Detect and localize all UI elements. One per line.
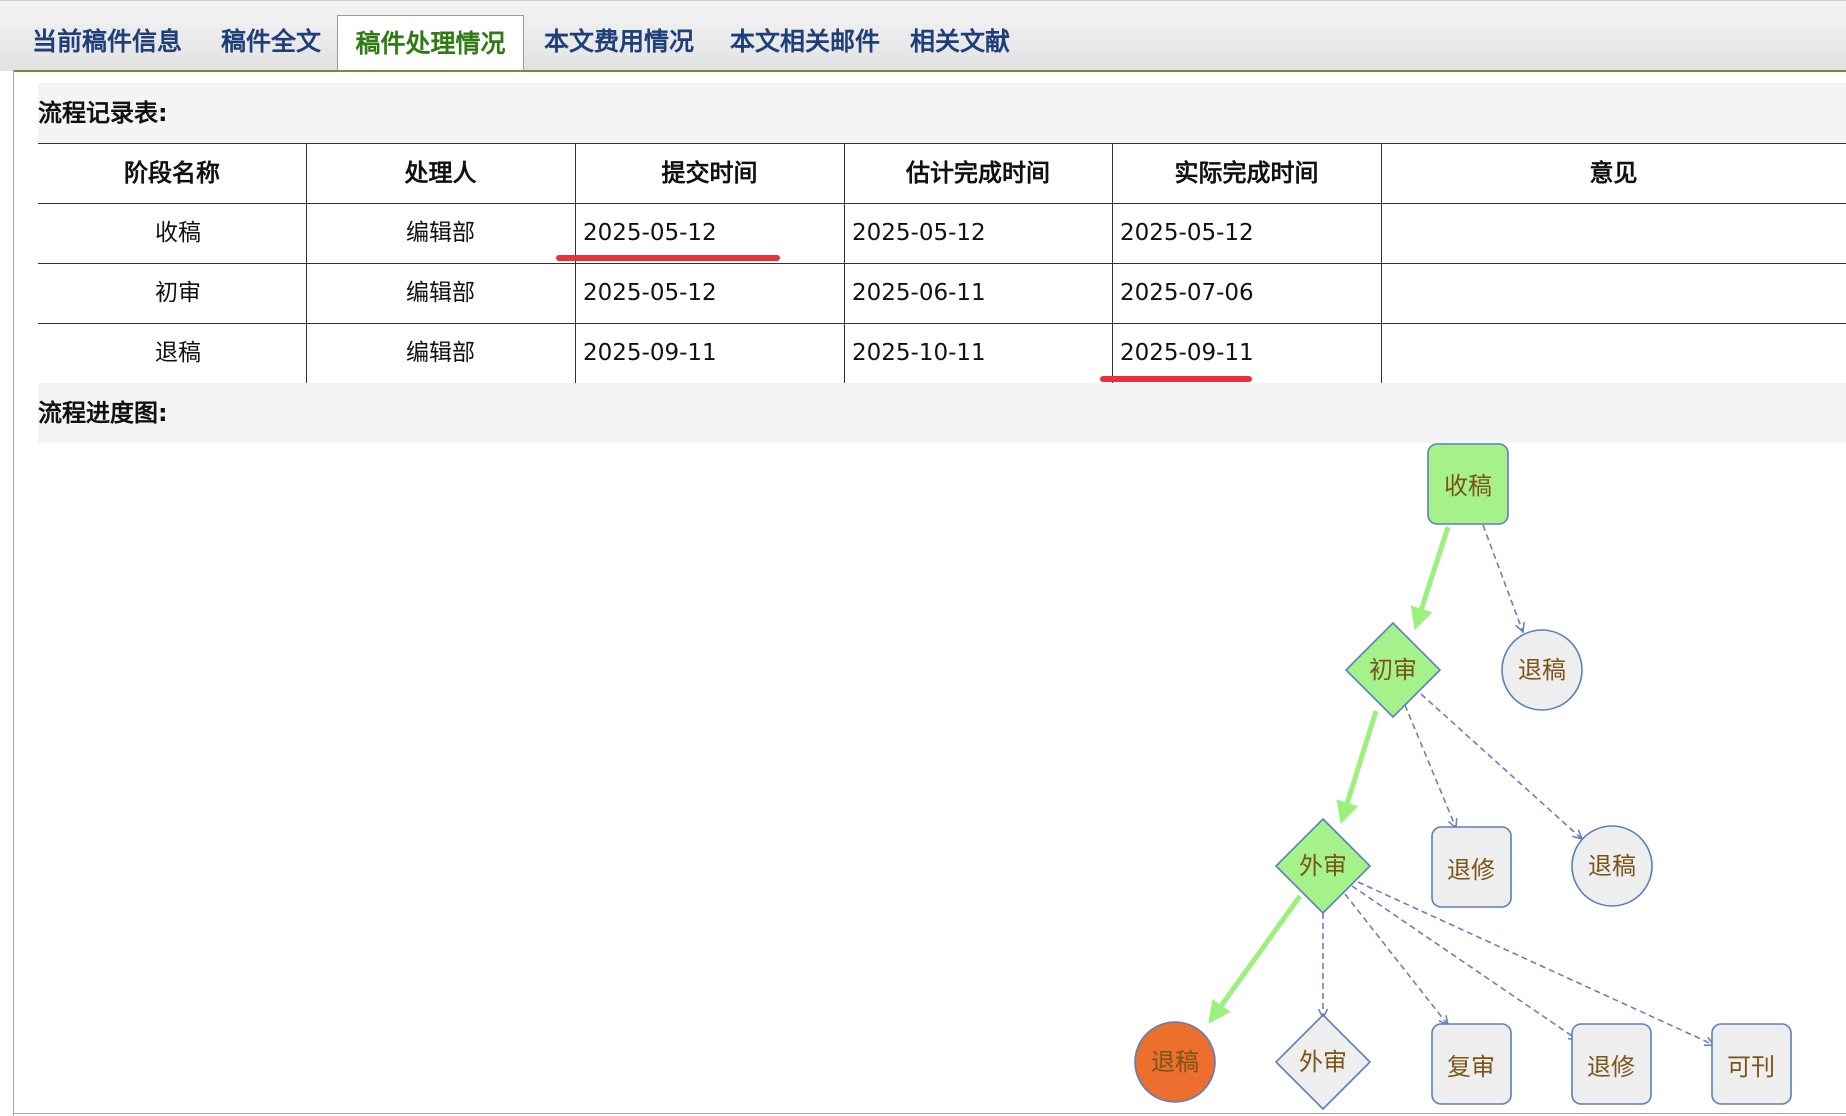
flow-edge-active <box>1410 526 1451 631</box>
flow-edge-option <box>1344 893 1448 1025</box>
flow-edge-option <box>1357 881 1714 1045</box>
flow-node-label: 退修 <box>1587 1053 1635 1081</box>
flow-edge-option <box>1404 704 1456 828</box>
flow-node-label: 退修 <box>1447 856 1495 884</box>
flow-edge-active <box>1336 710 1379 825</box>
flow-edge-option <box>1420 693 1582 839</box>
flow-edge-option <box>1482 524 1523 632</box>
flow-node-label: 外审 <box>1299 1048 1347 1076</box>
flow-node-label: 收稿 <box>1444 472 1492 500</box>
flow-node-label: 退稿 <box>1518 656 1566 684</box>
flow-node-label: 退稿 <box>1151 1048 1199 1076</box>
flow-node-label: 退稿 <box>1588 852 1636 880</box>
flow-node-label: 可刊 <box>1727 1053 1775 1081</box>
flow-edge-active <box>1208 894 1303 1024</box>
flow-node-label: 复审 <box>1447 1053 1495 1081</box>
flow-edge-option <box>1351 885 1578 1040</box>
flow-node-label: 外审 <box>1299 852 1347 880</box>
flow-diagram: 收稿 初审 退稿 外审 退修 退稿 退稿 外审 复审 退修 可刊 <box>1134 443 1792 1111</box>
flow-node-label: 初审 <box>1369 656 1417 684</box>
